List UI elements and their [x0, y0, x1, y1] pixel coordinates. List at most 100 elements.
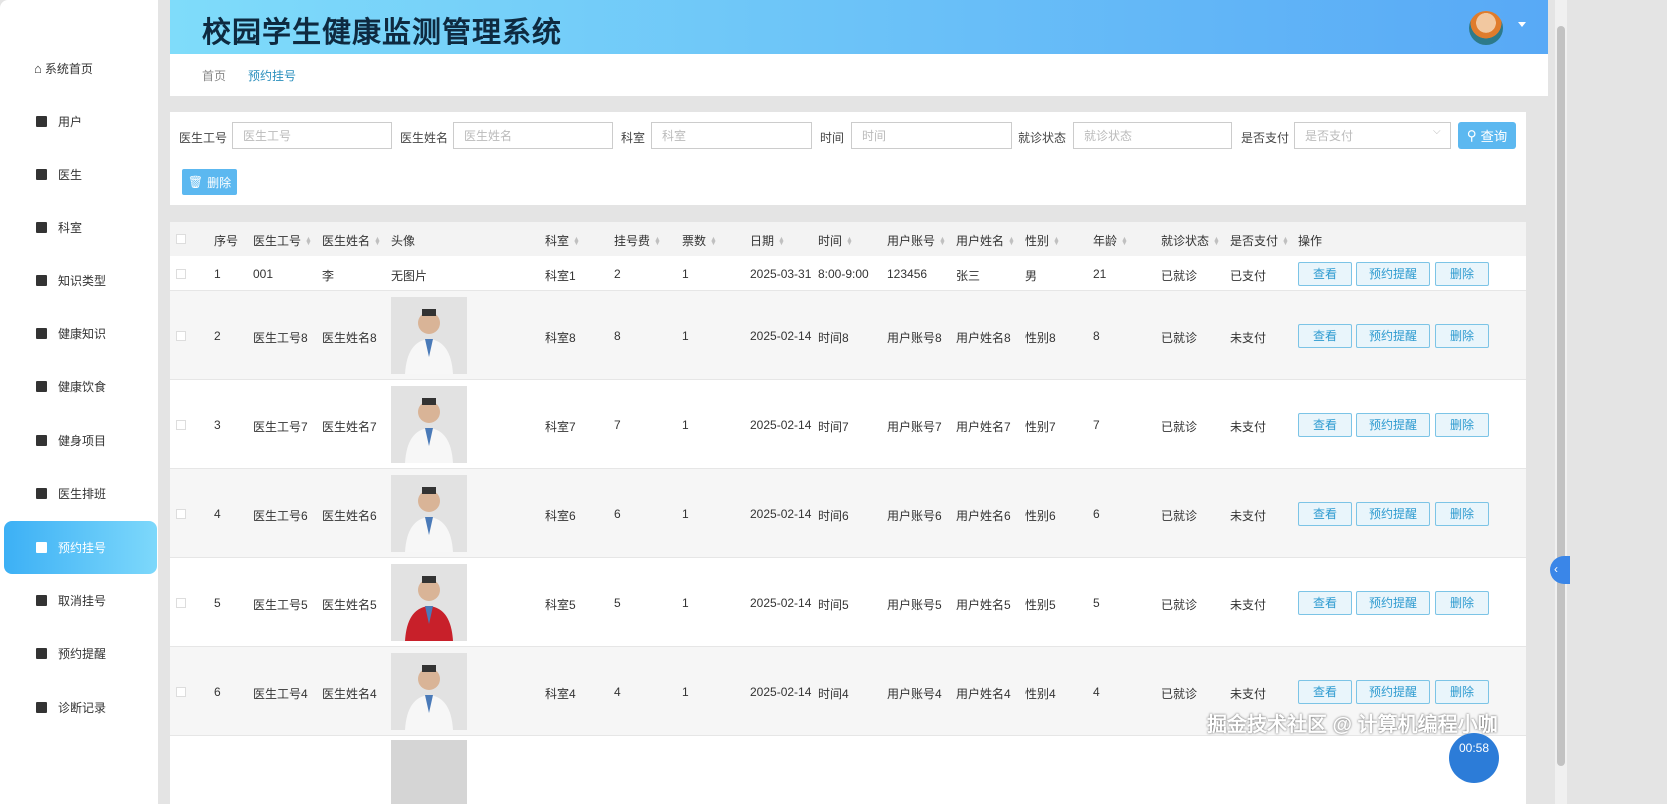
view-button[interactable]: 查看 [1298, 261, 1352, 286]
sort-icon[interactable]: ▲ ▼ [1008, 236, 1015, 247]
grid-icon [36, 542, 47, 553]
row-checkbox[interactable] [176, 268, 186, 279]
select-all-checkbox[interactable] [176, 234, 186, 244]
view-button[interactable]: 查看 [1298, 679, 1352, 704]
cell-科室: 科室5 [545, 597, 576, 612]
search-input-2[interactable] [651, 122, 812, 149]
sidebar-item-7[interactable]: 健身项目 [4, 414, 157, 467]
column-header: 就诊状态 ▲ ▼ [1161, 232, 1220, 249]
sidebar-item-label: 用户 [58, 115, 83, 129]
cell-日期: 2025-02-14 [750, 684, 812, 699]
sidebar-item-10[interactable]: 取消挂号 [4, 574, 157, 627]
search-label: 就诊状态 [1018, 131, 1067, 145]
sidebar-item-more[interactable] [4, 735, 157, 788]
sort-icon[interactable]: ▲ ▼ [1282, 236, 1289, 247]
sidebar-item-label: 诊断记录 [58, 701, 107, 715]
cell-序号: 3 [214, 417, 221, 432]
remind-button[interactable]: 预约提醒 [1356, 501, 1430, 526]
delete-button[interactable]: 删除 [1435, 501, 1489, 526]
view-button[interactable]: 查看 [1298, 590, 1352, 615]
remind-button[interactable]: 预约提醒 [1356, 679, 1430, 704]
row-checkbox[interactable] [176, 686, 186, 697]
breadcrumb-home[interactable]: 首页 [202, 67, 226, 84]
sidebar-item-5[interactable]: 健康知识 [4, 307, 157, 360]
sidebar-item-0[interactable]: ⌂ 系统首页 [4, 42, 157, 95]
cell-是否支付: 未支付 [1230, 508, 1267, 523]
sort-icon[interactable]: ▲ ▼ [939, 236, 946, 247]
cell-医生姓名: 医生姓名8 [322, 330, 377, 345]
cell-医生工号: 医生工号4 [253, 686, 308, 701]
collapse-tab-icon[interactable]: ‹ [1550, 556, 1570, 584]
sort-icon[interactable]: ▲ ▼ [710, 236, 717, 247]
delete-button[interactable]: 删除 [1435, 412, 1489, 437]
cell-是否支付: 未支付 [1230, 419, 1267, 434]
sidebar-item-4[interactable]: 知识类型 [4, 254, 157, 307]
sidebar-item-3[interactable]: 科室 [4, 201, 157, 254]
sort-icon[interactable]: ▲ ▼ [1053, 236, 1060, 247]
sort-icon[interactable]: ▲ ▼ [1121, 236, 1128, 247]
chevron-down-icon[interactable] [1518, 22, 1526, 27]
cell-日期: 2025-03-31 [750, 266, 812, 281]
view-button[interactable]: 查看 [1298, 501, 1352, 526]
search-label: 医生姓名 [400, 131, 449, 145]
row-checkbox[interactable] [176, 419, 186, 430]
user-icon [36, 222, 47, 233]
sidebar-item-2[interactable]: 医生 [4, 148, 157, 201]
cell-挂号费: 4 [614, 684, 621, 699]
remind-button[interactable]: 预约提醒 [1356, 261, 1430, 286]
cell-时间: 时间4 [818, 686, 849, 701]
doctor-photo [391, 296, 467, 374]
delete-button[interactable]: 删除 [1435, 323, 1489, 348]
query-button[interactable]: ⚲ 查询 [1458, 122, 1516, 149]
sidebar-item-6[interactable]: 健康饮食 [4, 360, 157, 413]
delete-button[interactable]: 删除 [1435, 261, 1489, 286]
sidebar-item-11[interactable]: 预约提醒 [4, 627, 157, 680]
search-input-0[interactable] [232, 122, 392, 149]
cell-挂号费: 7 [614, 417, 621, 432]
sidebar-item-label: 医生 [58, 168, 83, 182]
sidebar-item-9[interactable]: 预约挂号 [4, 521, 157, 574]
sort-icon[interactable]: ▲ ▼ [1213, 236, 1220, 247]
remind-button[interactable]: 预约提醒 [1356, 590, 1430, 615]
sidebar-item-label: 健康知识 [58, 327, 107, 341]
trash-icon: 🗑 [187, 175, 204, 189]
cell-挂号费: 6 [614, 506, 621, 521]
cell-年龄: 8 [1093, 328, 1100, 343]
sort-icon[interactable]: ▲ ▼ [778, 236, 785, 247]
user-avatar[interactable] [1469, 11, 1503, 45]
sort-icon[interactable]: ▲ ▼ [573, 236, 580, 247]
sort-icon[interactable]: ▲ ▼ [654, 236, 661, 247]
paid-select[interactable] [1294, 122, 1451, 149]
grid-icon [36, 381, 47, 392]
view-button[interactable]: 查看 [1298, 412, 1352, 437]
sort-icon[interactable]: ▲ ▼ [305, 236, 312, 247]
sidebar-item-8[interactable]: 医生排班 [4, 467, 157, 520]
row-checkbox[interactable] [176, 508, 186, 519]
table-row: 5 医生工号5 医生姓名5 科室5 5 1 2025-02-14 时间5 用户账号5 用户姓名5 性… [170, 558, 1526, 647]
scrollbar[interactable] [1555, 0, 1567, 804]
sort-icon[interactable]: ▲ ▼ [846, 236, 853, 247]
row-checkbox[interactable] [176, 597, 186, 608]
delete-button[interactable]: 删除 [1435, 590, 1489, 615]
view-button[interactable]: 查看 [1298, 323, 1352, 348]
sort-icon[interactable]: ▲ ▼ [374, 236, 381, 247]
remind-button[interactable]: 预约提醒 [1356, 412, 1430, 437]
search-input-1[interactable] [453, 122, 613, 149]
recording-timer: 00:58 [1449, 733, 1499, 783]
remind-button[interactable]: 预约提醒 [1356, 323, 1430, 348]
scrollbar-thumb[interactable] [1557, 26, 1565, 766]
search-input-3[interactable] [851, 122, 1012, 149]
sidebar-item-label: 知识类型 [58, 274, 107, 288]
cell-挂号费: 2 [614, 266, 621, 281]
sidebar-item-1[interactable]: 用户 [4, 95, 157, 148]
row-checkbox[interactable] [176, 330, 186, 341]
watermark: 掘金技术社区 @ 计算机编程小咖 [1207, 714, 1498, 736]
search-input-4[interactable] [1073, 122, 1232, 149]
delete-button[interactable]: 删除 [1435, 679, 1489, 704]
batch-delete-button[interactable]: 🗑 删除 [182, 169, 237, 195]
chart-icon [36, 328, 47, 339]
sidebar-item-12[interactable]: 诊断记录 [4, 681, 157, 734]
chevron-down-icon[interactable]: ⌵ [1433, 126, 1441, 137]
table-row: 2 医生工号8 医生姓名8 科室8 8 1 2025-02-14 时间8 用户账号8 用户姓名8 性… [170, 291, 1526, 380]
breadcrumb: 首页 预约挂号 [170, 54, 1548, 96]
